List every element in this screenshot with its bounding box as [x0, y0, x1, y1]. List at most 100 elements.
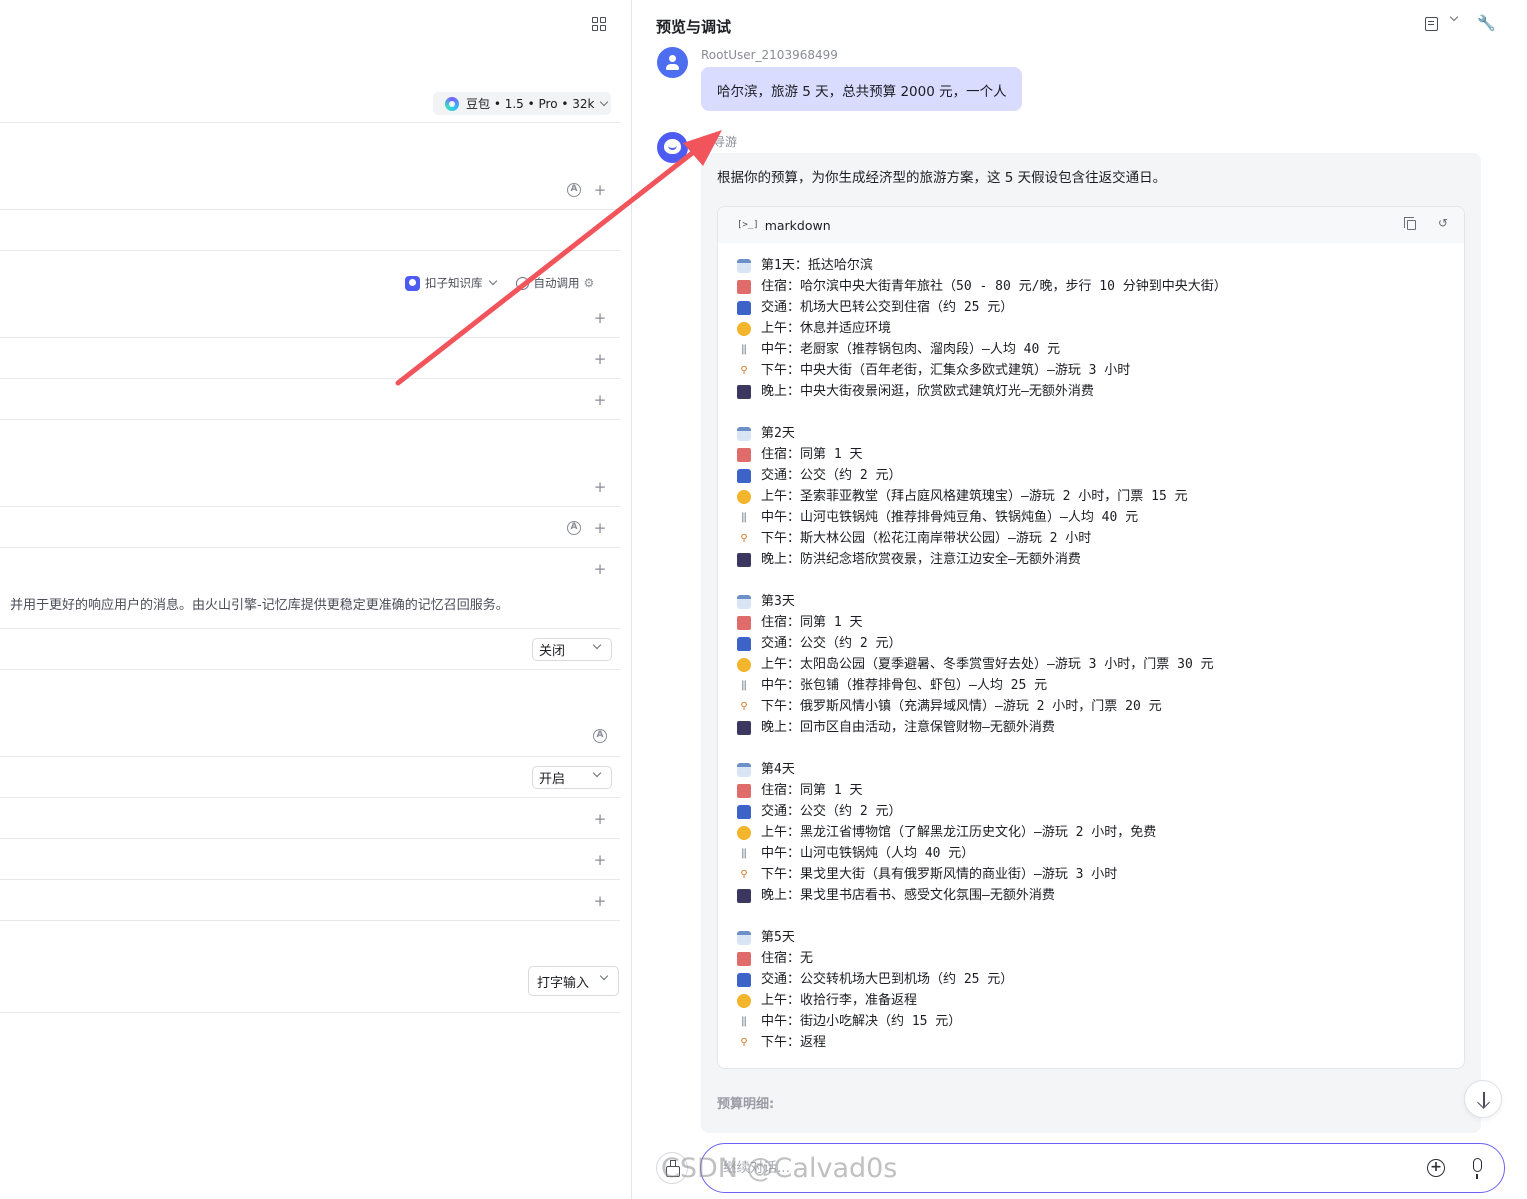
code-line-text: 第2天 — [761, 426, 795, 441]
code-line: 住宿：同第 1 天 — [737, 780, 1464, 801]
divider — [0, 378, 620, 379]
auto-call-label[interactable]: 自动调用 — [534, 275, 580, 291]
wrap-lines-icon[interactable]: ↺ — [1438, 216, 1448, 230]
add-icon[interactable]: + — [593, 480, 607, 495]
add-icon[interactable]: + — [593, 521, 607, 536]
sun-icon — [737, 825, 751, 840]
microphone-icon[interactable] — [1473, 1158, 1482, 1179]
terminal-icon: [>_] — [737, 220, 759, 230]
night-icon — [737, 888, 751, 903]
bot-config-panel: 豆包 • 1.5 • Pro • 32k A + 扣子知识库 自动调用 ⚙ + … — [0, 0, 631, 1199]
model-selector-label: 豆包 • 1.5 • Pro • 32k — [466, 97, 595, 111]
bike-icon: ⚲ — [740, 1036, 748, 1048]
bot-message: 根据你的预算，为你生成经济型的旅游方案，这 5 天假设包含往返交通日。 [>_]… — [701, 153, 1481, 1133]
bus-icon — [737, 636, 751, 651]
scroll-to-bottom-button[interactable] — [1464, 1080, 1502, 1118]
divider — [0, 506, 620, 507]
chevron-down-icon — [600, 97, 609, 106]
code-line-text: 交通：公交转机场大巴到机场（约 25 元） — [761, 972, 1014, 987]
code-line: ‖ 中午：老厨家（推荐锅包肉、溜肉段）—人均 40 元 — [737, 339, 1464, 360]
code-line-text: 第4天 — [761, 762, 795, 777]
code-line-text: 住宿：同第 1 天 — [761, 447, 863, 462]
chevron-down-icon[interactable] — [488, 276, 497, 286]
chevron-down-icon — [592, 640, 602, 650]
divider — [0, 797, 620, 798]
model-selector[interactable]: 豆包 • 1.5 • Pro • 32k — [433, 92, 611, 115]
code-line: 晚上：回市区自由活动，注意保管财物—无额外消费 — [737, 717, 1464, 738]
select-value: 开启 — [539, 772, 566, 787]
chevron-down-icon — [599, 971, 609, 981]
code-line-text: 晚上：中央大街夜景闲逛，欣赏欧式建筑灯光—无额外消费 — [761, 384, 1094, 399]
auto-optimize-icon[interactable]: A — [567, 183, 581, 197]
code-line-text: 住宿：同第 1 天 — [761, 783, 863, 798]
input-mode-select[interactable]: 打字输入 — [528, 966, 619, 996]
add-icon[interactable]: + — [593, 562, 607, 577]
code-block-header: [>_] markdown ↺ — [718, 207, 1464, 243]
code-line: ⚲ 下午：果戈里大街（具有俄罗斯风情的商业街）—游玩 3 小时 — [737, 864, 1464, 885]
code-line: 住宿：哈尔滨中央大街青年旅社（50 - 80 元/晚，步行 10 分钟到中央大街… — [737, 276, 1464, 297]
add-icon[interactable]: + — [593, 352, 607, 367]
auto-optimize-icon[interactable]: A — [593, 729, 607, 743]
code-line-text: 上午：圣索菲亚教堂（拜占庭风格建筑瑰宝）—游玩 2 小时，门票 15 元 — [761, 489, 1188, 504]
code-line-text: 中午：山河屯铁锅炖（推荐排骨炖豆角、铁锅炖鱼）—人均 40 元 — [761, 510, 1139, 525]
divider — [0, 250, 620, 251]
add-icon[interactable]: + — [593, 311, 607, 326]
code-line: 上午：收拾行李，准备返程 — [737, 990, 1464, 1011]
code-line: 住宿：同第 1 天 — [737, 444, 1464, 465]
code-line-text: 晚上：防洪纪念塔欣赏夜景，注意江边安全—无额外消费 — [761, 552, 1081, 567]
user-name: RootUser_2103968499 — [701, 48, 838, 62]
divider — [0, 419, 620, 420]
code-line: 上午：黑龙江省博物馆（了解黑龙江历史文化）—游玩 2 小时，免费 — [737, 822, 1464, 843]
code-line: 交通：公交（约 2 元） — [737, 465, 1464, 486]
copy-icon[interactable] — [1404, 217, 1416, 230]
code-line: 第5天 — [737, 927, 1464, 948]
gear-icon[interactable]: ⚙ — [584, 276, 595, 290]
add-icon[interactable]: + — [593, 393, 607, 408]
code-line-text: 下午：果戈里大街（具有俄罗斯风情的商业街）—游玩 3 小时 — [761, 867, 1118, 882]
calendar-icon — [737, 594, 751, 609]
add-attachment-icon[interactable]: + — [1427, 1159, 1445, 1177]
divider — [0, 337, 620, 338]
code-line: 交通：公交（约 2 元） — [737, 801, 1464, 822]
calendar-icon — [737, 762, 751, 777]
night-icon — [737, 720, 751, 735]
chevron-down-icon[interactable] — [1449, 12, 1459, 22]
auto-optimize-icon[interactable]: A — [567, 521, 581, 535]
code-line: ‖ 中午：张包铺（推荐排骨包、虾包）—人均 25 元 — [737, 675, 1464, 696]
divider — [0, 209, 620, 210]
user-message: 哈尔滨，旅游 5 天，总共预算 2000 元，一个人 — [701, 67, 1022, 111]
watermark: CSDN @Calvad0s — [661, 1153, 898, 1184]
code-line: ‖ 中午：山河屯铁锅炖（人均 40 元） — [737, 843, 1464, 864]
add-icon[interactable]: + — [593, 183, 607, 198]
divider — [0, 669, 620, 670]
add-icon[interactable]: + — [593, 894, 607, 909]
sun-icon — [737, 489, 751, 504]
hotel-icon — [737, 279, 751, 294]
debug-log-icon[interactable] — [1425, 17, 1438, 31]
doubao-logo-icon — [445, 96, 459, 111]
code-line-text: 下午：返程 — [761, 1035, 827, 1050]
hotel-icon — [737, 447, 751, 462]
code-line-text: 第3天 — [761, 594, 795, 609]
code-line: 晚上：防洪纪念塔欣赏夜景，注意江边安全—无额外消费 — [737, 549, 1464, 570]
add-icon[interactable]: + — [593, 853, 607, 868]
knowledge-base-dropdown[interactable]: 扣子知识库 — [425, 275, 483, 291]
fork-icon: ‖ — [740, 847, 748, 859]
code-line-text: 中午：老厨家（推荐锅包肉、溜肉段）—人均 40 元 — [761, 342, 1061, 357]
toggle-select-close[interactable]: 关闭 — [532, 638, 612, 661]
bike-icon: ⚲ — [740, 532, 748, 544]
divider — [0, 838, 620, 839]
select-value: 关闭 — [539, 644, 566, 659]
bot-intro-text: 根据你的预算，为你生成经济型的旅游方案，这 5 天假设包含往返交通日。 — [717, 170, 1167, 186]
code-line: 住宿：同第 1 天 — [737, 612, 1464, 633]
sun-icon — [737, 657, 751, 672]
layout-grid-icon[interactable] — [592, 17, 606, 31]
bike-icon: ⚲ — [740, 700, 748, 712]
code-line: 晚上：果戈里书店看书、感受文化氛围—无额外消费 — [737, 885, 1464, 906]
memory-description: 并用于更好的响应用户的消息。由火山引擎-记忆库提供更稳定更准确的记忆召回服务。 — [10, 598, 509, 613]
wrench-icon[interactable]: 🔧 — [1477, 14, 1496, 32]
toggle-select-open[interactable]: 开启 — [532, 766, 612, 789]
add-icon[interactable]: + — [593, 812, 607, 827]
coze-knowledge-icon — [405, 275, 420, 291]
bus-icon — [737, 468, 751, 483]
